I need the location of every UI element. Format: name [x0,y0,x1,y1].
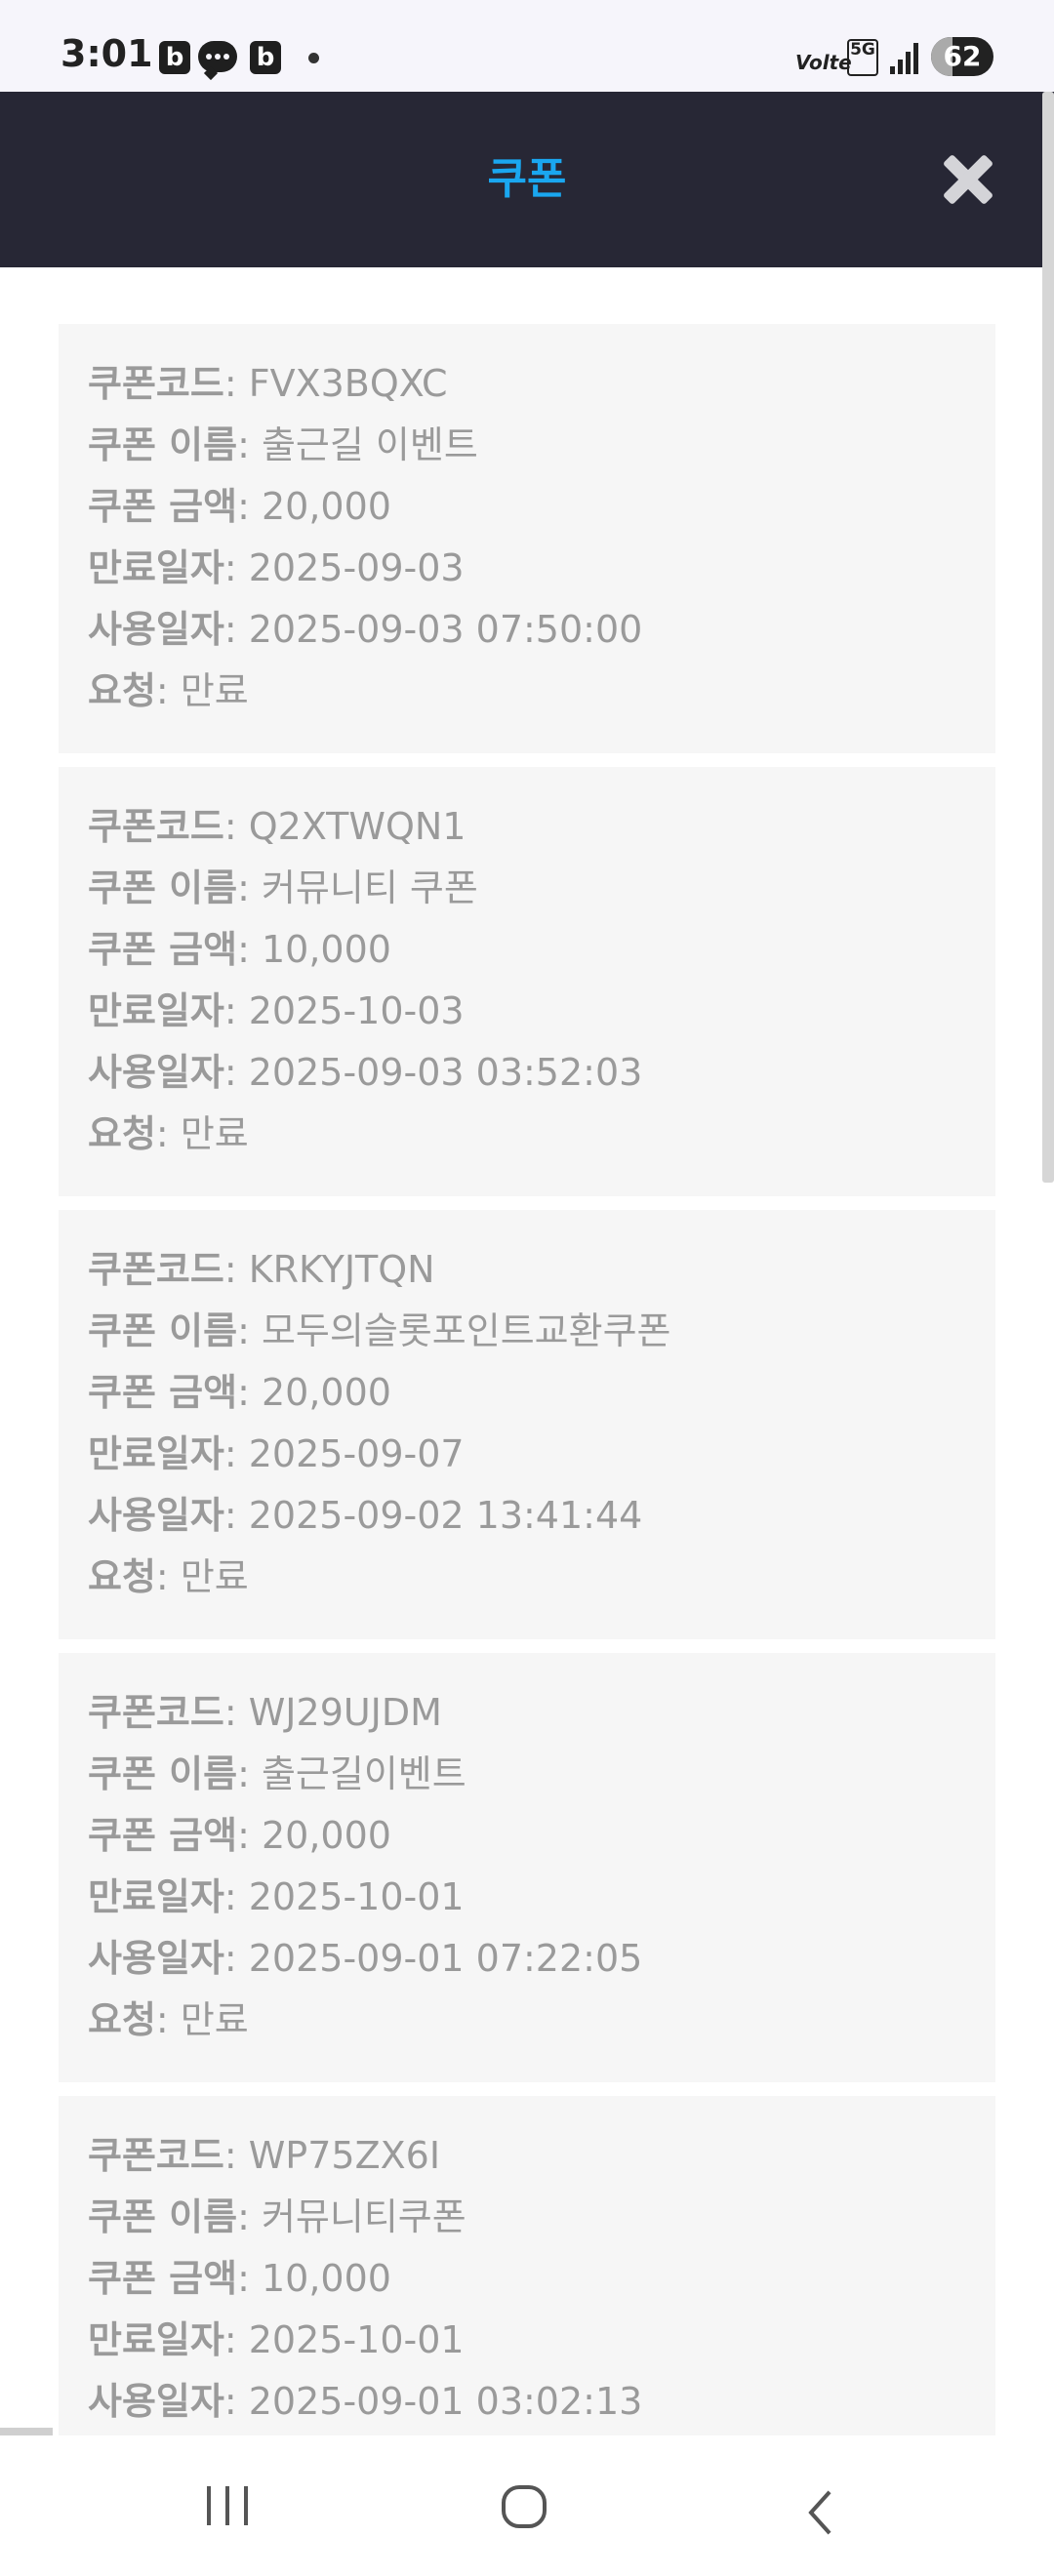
b-app-icon: b [159,41,190,74]
b-app-icon: b [250,41,281,74]
coupon-card: 쿠폰코드: WP75ZX6I 쿠폰 이름: 커뮤니티쿠폰 쿠폰 금액: 10,0… [59,2096,995,2435]
recent-apps-icon[interactable] [207,2486,250,2525]
coupon-name: 커뮤니티 쿠폰 [261,866,478,909]
coupon-amount-row: 쿠폰 금액: 20,000 [88,1814,391,1857]
coupon-name-row: 쿠폰 이름: 출근길이벤트 [88,1752,466,1795]
coupon-request-status: 만료 [180,1998,249,2041]
coupon-code: KRKYJTQN [248,1248,435,1291]
coupon-name: 커뮤니티쿠폰 [261,2195,466,2238]
coupon-expiry: 2025-10-01 [248,2318,465,2361]
coupon-code-row: 쿠폰코드: Q2XTWQN1 [88,805,466,848]
coupon-expiry: 2025-09-07 [248,1432,465,1475]
battery-level: 62 [943,40,982,72]
coupon-card: 쿠폰코드: WJ29UJDM 쿠폰 이름: 출근길이벤트 쿠폰 금액: 20,0… [59,1653,995,2082]
coupon-name: 출근길이벤트 [261,1752,466,1795]
status-bar: 3:01 b b Volte 5G 62 [0,0,1054,92]
close-icon[interactable] [937,148,999,211]
coupon-amount-row: 쿠폰 금액: 20,000 [88,485,391,528]
header-bar: 쿠폰 [0,92,1054,267]
coupon-used-date: 2025-09-01 07:22:05 [248,1937,643,1980]
coupon-code-row: 쿠폰코드: KRKYJTQN [88,1248,435,1291]
coupon-amount: 20,000 [261,1814,391,1857]
coupon-name-row: 쿠폰 이름: 모두의슬롯포인트교환쿠폰 [88,1309,671,1352]
coupon-expiry-row: 만료일자: 2025-10-01 [88,1875,465,1918]
chat-notification-icon [198,41,237,72]
coupon-code-row: 쿠폰코드: FVX3BQXC [88,362,448,405]
coupon-expiry-row: 만료일자: 2025-10-01 [88,2318,465,2361]
battery-icon: 62 [931,37,993,76]
coupon-used-date: 2025-09-02 13:41:44 [248,1494,643,1537]
coupon-name-row: 쿠폰 이름: 커뮤니티쿠폰 [88,2195,466,2238]
coupon-amount-row: 쿠폰 금액: 10,000 [88,928,391,971]
coupon-request-row: 요청: 만료 [88,1112,249,1155]
coupon-expiry-row: 만료일자: 2025-09-07 [88,1432,465,1475]
coupon-amount-row: 쿠폰 금액: 20,000 [88,1371,391,1414]
coupon-name: 모두의슬롯포인트교환쿠폰 [261,1309,671,1352]
coupon-code-row: 쿠폰코드: WP75ZX6I [88,2134,441,2177]
coupon-list: 쿠폰코드: FVX3BQXC 쿠폰 이름: 출근길 이벤트 쿠폰 금액: 20,… [59,324,995,2435]
home-icon[interactable] [502,2485,547,2528]
coupon-used-row: 사용일자: 2025-09-03 03:52:03 [88,1051,643,1094]
coupon-expiry-row: 만료일자: 2025-09-03 [88,546,465,589]
coupon-expiry: 2025-10-01 [248,1875,465,1918]
coupon-code: FVX3BQXC [248,362,448,405]
coupon-code: Q2XTWQN1 [248,805,466,848]
coupon-request-row: 요청: 만료 [88,669,249,712]
coupon-code-row: 쿠폰코드: WJ29UJDM [88,1691,442,1734]
signal-icon [888,41,919,74]
scrollbar[interactable] [1042,92,1054,1183]
coupon-used-row: 사용일자: 2025-09-01 07:22:05 [88,1937,643,1980]
page-title: 쿠폰 [487,154,567,204]
coupon-expiry: 2025-09-03 [248,546,465,589]
more-notifications-dot-icon [308,53,319,63]
volte-label: Volte [795,51,852,74]
back-icon[interactable] [810,2486,849,2529]
coupon-request-row: 요청: 만료 [88,1998,249,2041]
coupon-request-status: 만료 [180,1555,249,1598]
coupon-used-row: 사용일자: 2025-09-01 03:02:13 [88,2380,643,2423]
coupon-amount: 10,000 [261,928,391,971]
coupon-screen: 3:01 b b Volte 5G 62 쿠폰 쿠폰코드: FVX3BQXC 쿠… [0,0,1054,2576]
coupon-code: WP75ZX6I [248,2134,441,2177]
coupon-amount: 20,000 [261,1371,391,1414]
coupon-expiry-row: 만료일자: 2025-10-03 [88,989,465,1032]
coupon-card: 쿠폰코드: FVX3BQXC 쿠폰 이름: 출근길 이벤트 쿠폰 금액: 20,… [59,324,995,753]
coupon-amount: 10,000 [261,2257,391,2300]
coupon-used-row: 사용일자: 2025-09-03 07:50:00 [88,608,643,651]
coupon-used-date: 2025-09-01 03:02:13 [248,2380,643,2423]
coupon-card: 쿠폰코드: Q2XTWQN1 쿠폰 이름: 커뮤니티 쿠폰 쿠폰 금액: 10,… [59,767,995,1196]
coupon-request-status: 만료 [180,1112,249,1155]
coupon-code: WJ29UJDM [248,1691,442,1734]
coupon-name: 출근길 이벤트 [261,423,478,466]
coupon-used-date: 2025-09-03 07:50:00 [248,608,643,651]
coupon-used-row: 사용일자: 2025-09-02 13:41:44 [88,1494,643,1537]
coupon-used-date: 2025-09-03 03:52:03 [248,1051,643,1094]
coupon-expiry: 2025-10-03 [248,989,465,1032]
coupon-request-status: 만료 [180,669,249,712]
coupon-card: 쿠폰코드: KRKYJTQN 쿠폰 이름: 모두의슬롯포인트교환쿠폰 쿠폰 금액… [59,1210,995,1639]
coupon-amount: 20,000 [261,485,391,528]
coupon-name-row: 쿠폰 이름: 출근길 이벤트 [88,423,478,466]
coupon-request-row: 요청: 만료 [88,1555,249,1598]
status-time: 3:01 [61,32,153,75]
coupon-amount-row: 쿠폰 금액: 10,000 [88,2257,391,2300]
coupon-name-row: 쿠폰 이름: 커뮤니티 쿠폰 [88,866,478,909]
network-type-icon: 5G [847,39,878,76]
